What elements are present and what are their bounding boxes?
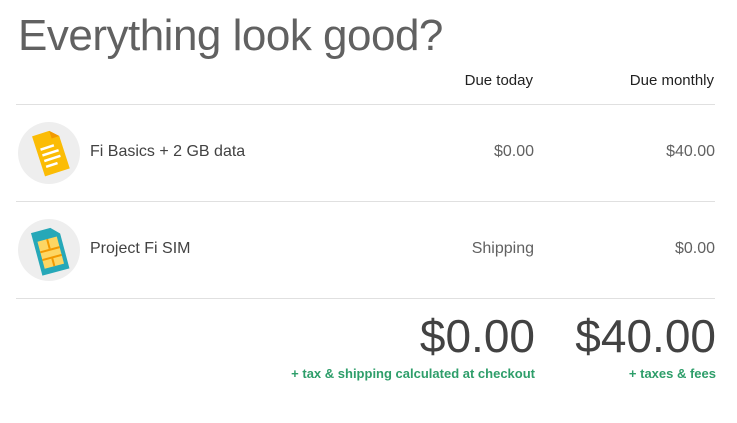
due-today-header: Due today <box>464 72 533 89</box>
taxes-fees-note: + taxes & fees <box>628 366 716 381</box>
order-review: Everything look good? Due today Due mont… <box>0 0 737 423</box>
item-label: Fi Basics + 2 GB data <box>90 143 246 160</box>
total-due-today: $0.00 <box>419 310 535 362</box>
divider <box>16 298 715 299</box>
item-due-today: $0.00 <box>493 143 534 160</box>
item-due-today: Shipping <box>471 240 534 257</box>
item-due-monthly: $0.00 <box>674 240 715 257</box>
line-item: Fi Basics + 2 GB data $0.00 $40.00 <box>16 105 715 201</box>
total-due-monthly: $40.00 <box>575 310 716 362</box>
item-label: Project Fi SIM <box>90 240 191 257</box>
sim-card-icon <box>18 219 80 281</box>
line-item: Project Fi SIM Shipping $0.00 <box>16 202 715 298</box>
due-monthly-header: Due monthly <box>629 72 714 89</box>
item-due-monthly: $40.00 <box>666 143 715 160</box>
document-icon <box>18 122 80 184</box>
tax-shipping-note: + tax & shipping calculated at checkout <box>291 366 535 381</box>
page-title: Everything look good? <box>18 11 443 60</box>
